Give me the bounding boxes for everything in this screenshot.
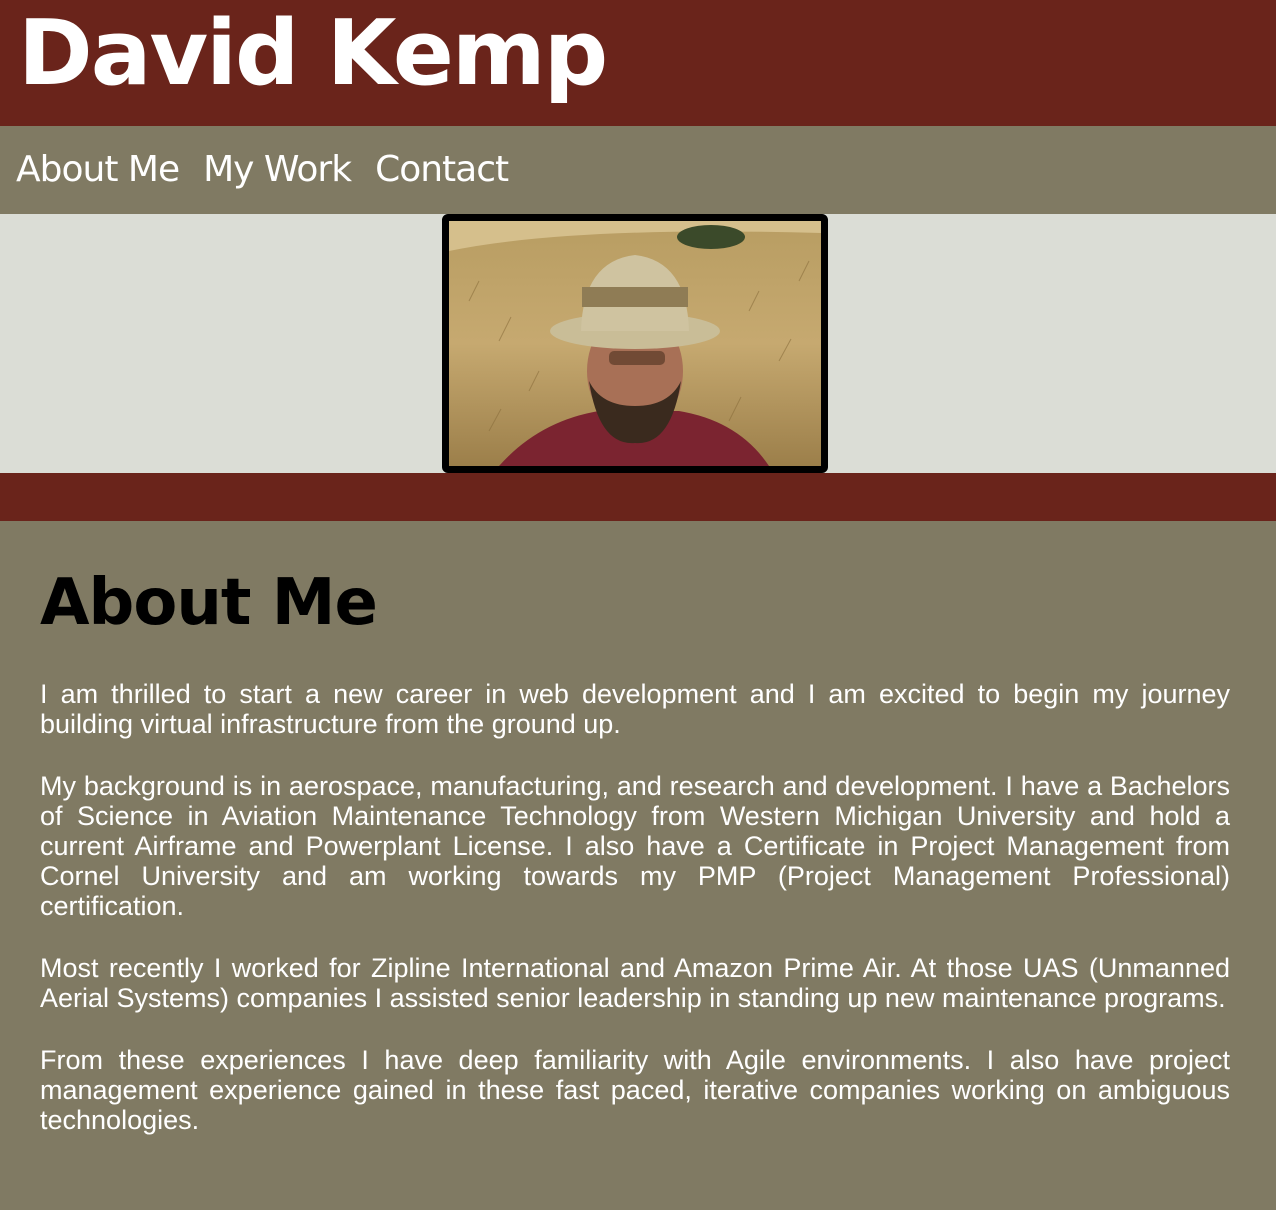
site-header: David Kemp (0, 0, 1276, 126)
about-paragraph: I am thrilled to start a new career in w… (40, 679, 1230, 739)
divider-band (0, 473, 1276, 521)
about-paragraph: Most recently I worked for Zipline Inter… (40, 953, 1230, 1013)
profile-photo (442, 214, 828, 473)
about-section: About Me I am thrilled to start a new ca… (0, 521, 1276, 1135)
nav-link-my-work[interactable]: My Work (203, 150, 352, 190)
nav-link-about-me[interactable]: About Me (16, 150, 180, 190)
main-nav: About Me My Work Contact (0, 126, 1276, 214)
about-paragraph: My background is in aerospace, manufactu… (40, 771, 1230, 921)
about-paragraph: From these experiences I have deep famil… (40, 1045, 1230, 1135)
site-title: David Kemp (18, 1, 608, 106)
nav-link-contact[interactable]: Contact (375, 150, 509, 190)
about-heading: About Me (40, 566, 378, 640)
hero-banner (0, 214, 1276, 473)
profile-photo-image (449, 221, 821, 466)
